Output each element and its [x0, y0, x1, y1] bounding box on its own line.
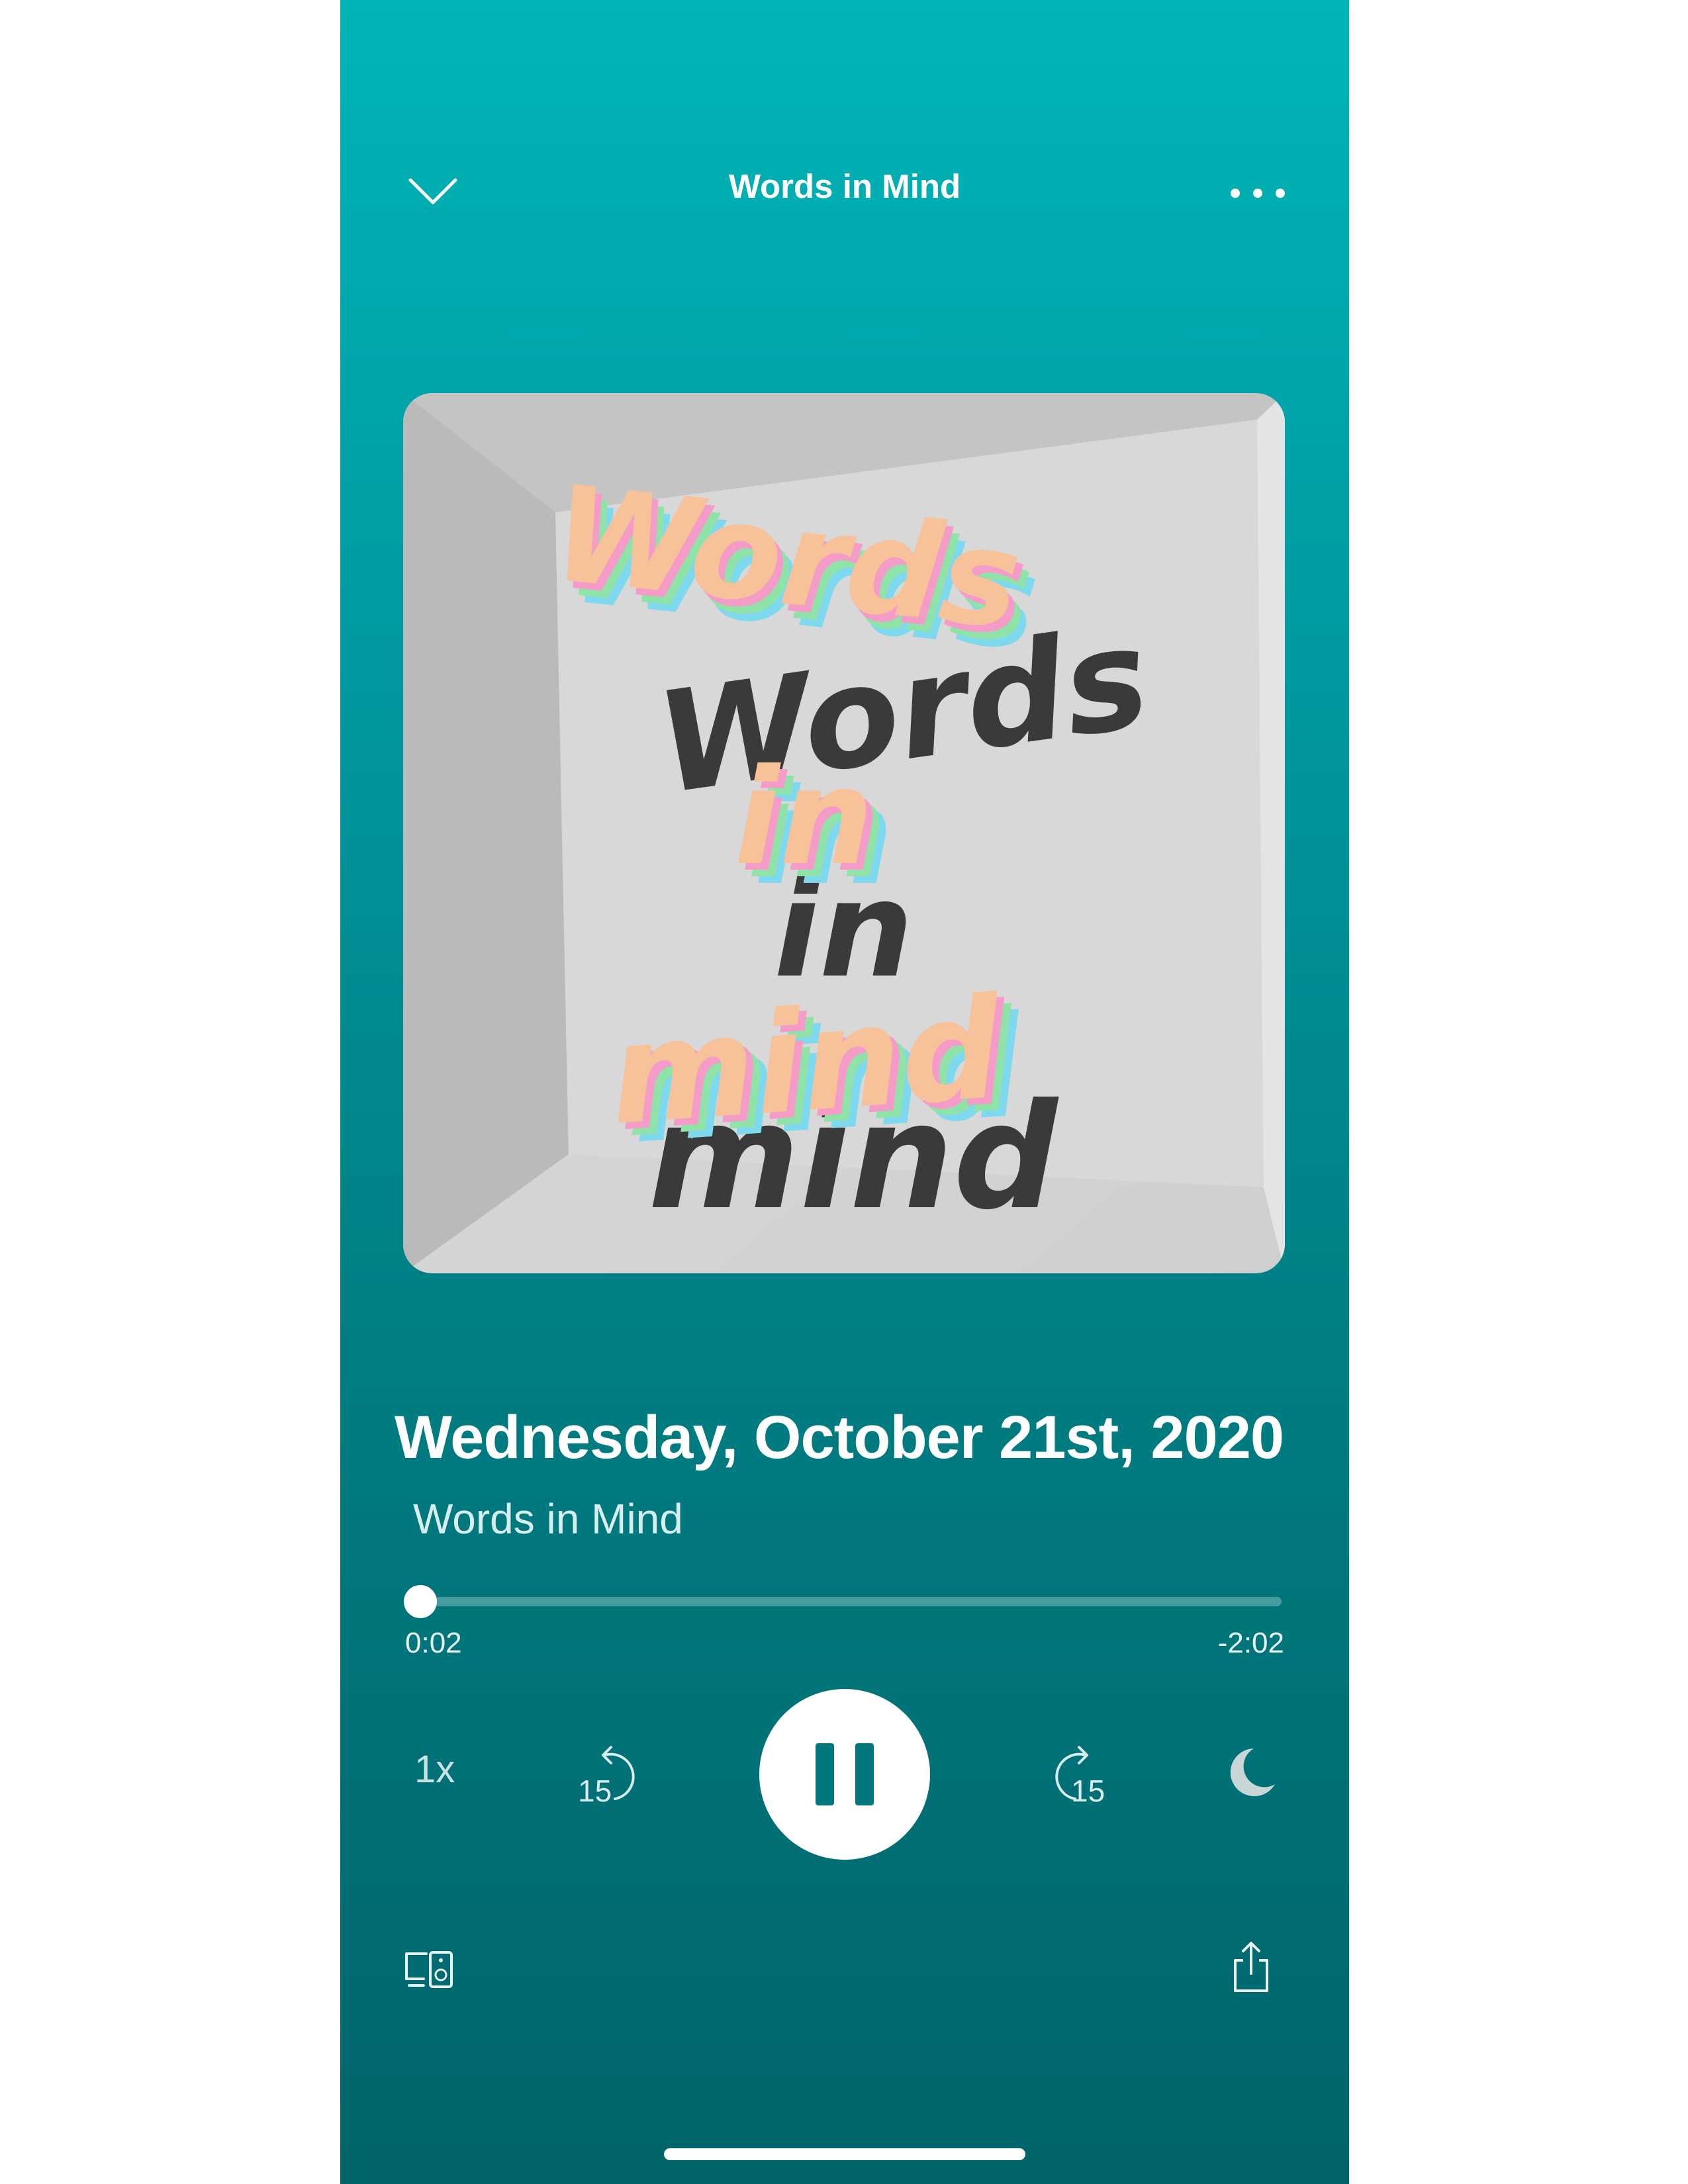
share-icon[interactable] [1231, 1940, 1271, 1993]
forward-15-icon[interactable]: 15 [1042, 1741, 1115, 1808]
remaining-time: -2:02 [1217, 1627, 1284, 1659]
more-icon[interactable] [1225, 180, 1291, 206]
progress-bar[interactable] [404, 1585, 1282, 1618]
show-name[interactable]: Words in Mind [413, 1494, 683, 1543]
playback-speed-button[interactable]: 1x [414, 1747, 455, 1792]
devices-icon[interactable] [404, 1950, 454, 1989]
pause-icon [855, 1743, 874, 1805]
pause-icon [816, 1743, 834, 1805]
elapsed-time: 0:02 [405, 1627, 462, 1659]
page-title: Words in Mind [728, 167, 961, 205]
now-playing-screen: Words in Mind Words Words Words Words Wo… [340, 0, 1349, 2184]
moon-icon[interactable] [1223, 1746, 1276, 1799]
artwork-word-3: mind mind mind mind mind [604, 967, 1059, 1242]
episode-artwork: Words Words Words Words Words in in in i… [403, 393, 1285, 1273]
svg-text:15: 15 [1071, 1774, 1105, 1807]
svg-text:15: 15 [578, 1774, 612, 1807]
episode-title: Wednesday, October 21st, 2020 [395, 1404, 1284, 1471]
svg-text:mind: mind [604, 967, 1008, 1156]
svg-text:in: in [734, 741, 874, 895]
rewind-15-icon[interactable]: 15 [575, 1741, 648, 1808]
home-indicator[interactable] [664, 2148, 1025, 2160]
pause-button[interactable] [759, 1689, 930, 1860]
progress-knob[interactable] [404, 1585, 438, 1618]
